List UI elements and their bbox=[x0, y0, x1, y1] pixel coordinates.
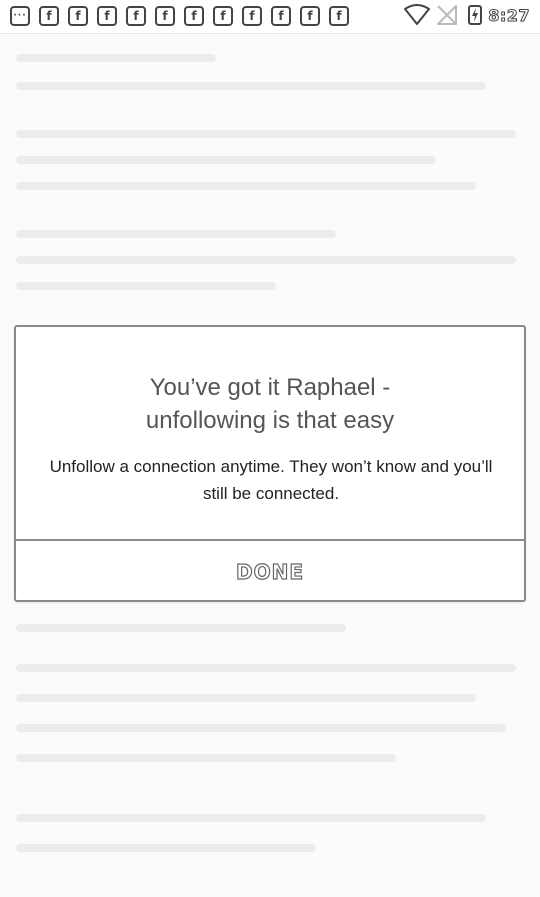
dialog-title: You’ve got it Raphael - unfollowing is t… bbox=[16, 371, 524, 437]
facebook-glyph: f bbox=[46, 9, 52, 23]
facebook-glyph: f bbox=[133, 9, 139, 23]
facebook-notification-icon: f bbox=[213, 6, 233, 26]
facebook-glyph: f bbox=[162, 9, 168, 23]
bg-placeholder-line bbox=[16, 814, 486, 822]
status-bar: ··· f f f f f f f f f f f 8:27 bbox=[0, 0, 540, 34]
dialog-title-line2: unfollowing is that easy bbox=[145, 407, 395, 434]
bg-placeholder-line bbox=[16, 754, 396, 762]
bg-placeholder-line bbox=[16, 282, 276, 290]
facebook-notification-icon: f bbox=[271, 6, 291, 26]
facebook-glyph: f bbox=[278, 9, 284, 23]
bg-placeholder-line bbox=[16, 694, 476, 702]
facebook-notification-icon: f bbox=[68, 6, 88, 26]
bg-placeholder-line bbox=[16, 724, 506, 732]
bg-placeholder-line bbox=[16, 54, 216, 62]
bg-placeholder-line bbox=[16, 82, 486, 90]
facebook-glyph: f bbox=[75, 9, 81, 23]
bg-placeholder-line bbox=[16, 624, 346, 632]
clock-time: 8:27 bbox=[488, 5, 530, 25]
bg-placeholder-line bbox=[16, 182, 476, 190]
done-button[interactable]: DONE bbox=[16, 541, 524, 602]
facebook-glyph: f bbox=[336, 9, 342, 23]
facebook-notification-icon: f bbox=[155, 6, 175, 26]
facebook-notification-icon: f bbox=[97, 6, 117, 26]
facebook-notification-icon: f bbox=[300, 6, 320, 26]
facebook-glyph: f bbox=[220, 9, 226, 23]
notification-icons: ··· f f f f f f f f f f f bbox=[10, 6, 349, 26]
bg-placeholder-line bbox=[16, 256, 516, 264]
bg-placeholder-line bbox=[16, 230, 336, 238]
unfollow-confirmation-dialog: You’ve got it Raphael - unfollowing is t… bbox=[14, 325, 526, 602]
bg-placeholder-line bbox=[16, 844, 316, 852]
dialog-body: You’ve got it Raphael - unfollowing is t… bbox=[16, 327, 524, 539]
more-notifications-icon: ··· bbox=[10, 6, 30, 26]
facebook-glyph: f bbox=[191, 9, 197, 23]
facebook-glyph: f bbox=[249, 9, 255, 23]
bg-placeholder-line bbox=[16, 156, 436, 164]
bg-placeholder-line bbox=[16, 664, 516, 672]
wifi-icon bbox=[404, 4, 431, 26]
battery-charging-icon bbox=[468, 5, 483, 25]
facebook-notification-icon: f bbox=[126, 6, 146, 26]
facebook-glyph: f bbox=[104, 9, 110, 23]
facebook-notification-icon: f bbox=[39, 6, 59, 26]
bg-placeholder-line bbox=[16, 130, 516, 138]
dialog-title-line1: You’ve got it Raphael - bbox=[149, 374, 391, 401]
more-glyph: ··· bbox=[13, 10, 27, 21]
facebook-notification-icon: f bbox=[242, 6, 262, 26]
done-button-label: DONE bbox=[235, 559, 304, 584]
facebook-glyph: f bbox=[307, 9, 313, 23]
system-icons: 8:27 bbox=[404, 4, 530, 26]
dialog-message: Unfollow a connection anytime. They won’… bbox=[49, 457, 493, 503]
no-signal-icon bbox=[436, 4, 462, 26]
facebook-notification-icon: f bbox=[184, 6, 204, 26]
facebook-notification-icon: f bbox=[329, 6, 349, 26]
